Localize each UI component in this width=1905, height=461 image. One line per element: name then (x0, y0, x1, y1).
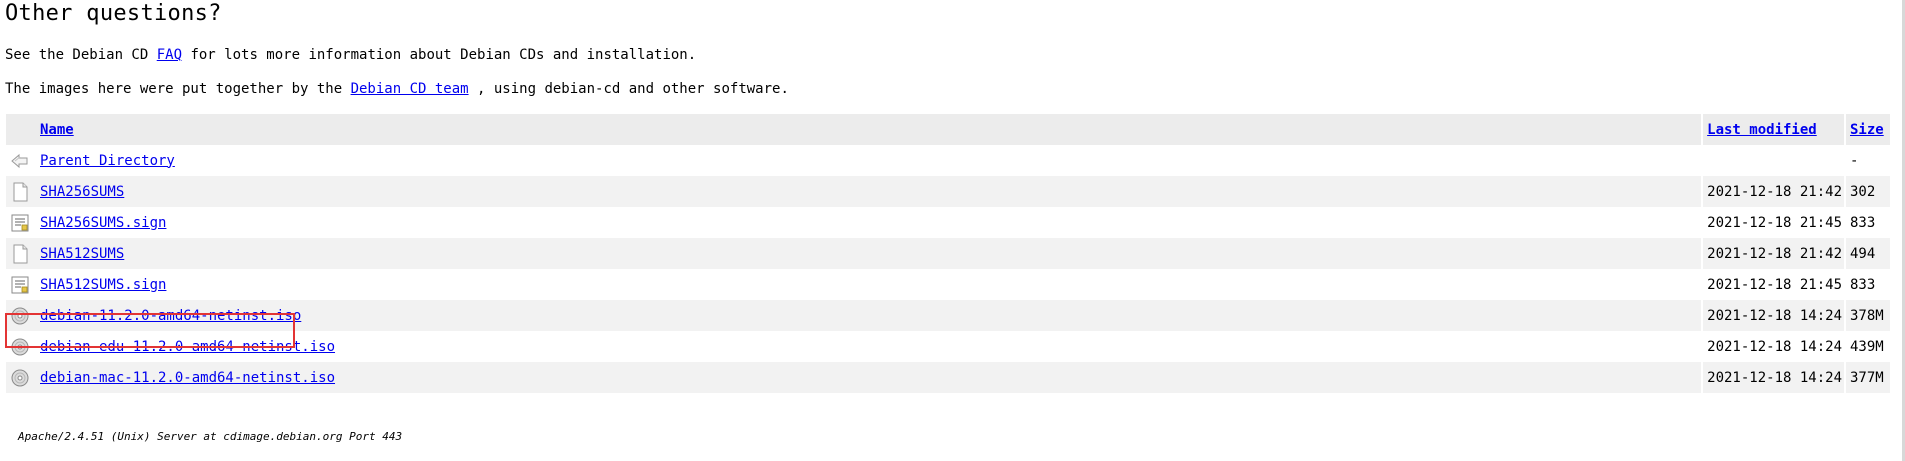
table-row: SHA512SUMS.sign 2021-12-18 21:45 833 (6, 269, 1890, 300)
team-paragraph: The images here were put together by the… (5, 80, 789, 98)
table-row: Parent Directory - (6, 145, 1890, 176)
modified-cell: 2021-12-18 21:45 (1701, 207, 1844, 238)
size-cell: - (1844, 145, 1890, 176)
disc-image-icon (11, 307, 29, 324)
file-link-sha256sums-sign[interactable]: SHA256SUMS.sign (40, 215, 166, 231)
sort-by-size-link[interactable]: Size (1850, 122, 1884, 138)
file-link-sha512sums[interactable]: SHA512SUMS (40, 246, 124, 262)
last-modified-column-header: Last modified (1701, 114, 1844, 145)
table-header-row: Name Last modified Size (6, 114, 1890, 145)
size-cell: 378M (1844, 300, 1890, 331)
team-text-before: The images here were put together by the (5, 81, 351, 97)
icon-column-header (6, 114, 36, 145)
size-cell: 494 (1844, 238, 1890, 269)
modified-cell: 2021-12-18 21:45 (1701, 269, 1844, 300)
debian-cd-team-link[interactable]: Debian CD team (351, 81, 469, 97)
modified-cell: 2021-12-18 21:42 (1701, 176, 1844, 207)
file-link-debian-edu-netinst-iso[interactable]: debian-edu-11.2.0-amd64-netinst.iso (40, 339, 335, 355)
faq-paragraph: See the Debian CD FAQ for lots more info… (5, 46, 696, 64)
server-signature: Apache/2.4.51 (Unix) Server at cdimage.d… (18, 430, 403, 443)
text-file-icon (13, 244, 28, 263)
table-row: debian-mac-11.2.0-amd64-netinst.iso 2021… (6, 362, 1890, 393)
text-file-icon (13, 182, 28, 201)
table-row: debian-11.2.0-amd64-netinst.iso 2021-12-… (6, 300, 1890, 331)
sort-by-name-link[interactable]: Name (40, 122, 74, 138)
table-row: SHA256SUMS 2021-12-18 21:42 302 (6, 176, 1890, 207)
size-cell: 302 (1844, 176, 1890, 207)
modified-cell: 2021-12-18 14:24 (1701, 362, 1844, 393)
size-cell: 377M (1844, 362, 1890, 393)
modified-cell: 2021-12-18 14:24 (1701, 300, 1844, 331)
disc-image-icon (11, 369, 29, 386)
name-column-header: Name (36, 114, 1701, 145)
section-heading: Other questions? (5, 1, 222, 26)
directory-listing-page: Other questions? See the Debian CD FAQ f… (0, 0, 1905, 461)
signed-file-icon (11, 276, 29, 293)
file-link-debian-mac-netinst-iso[interactable]: debian-mac-11.2.0-amd64-netinst.iso (40, 370, 335, 386)
modified-cell (1701, 145, 1844, 176)
back-icon (11, 153, 28, 168)
size-cell: 833 (1844, 269, 1890, 300)
size-cell: 833 (1844, 207, 1890, 238)
faq-text-before: See the Debian CD (5, 47, 157, 63)
table-row: debian-edu-11.2.0-amd64-netinst.iso 2021… (6, 331, 1890, 362)
file-link-sha256sums[interactable]: SHA256SUMS (40, 184, 124, 200)
file-link-sha512sums-sign[interactable]: SHA512SUMS.sign (40, 277, 166, 293)
size-column-header: Size (1844, 114, 1890, 145)
modified-cell: 2021-12-18 21:42 (1701, 238, 1844, 269)
sort-by-last-modified-link[interactable]: Last modified (1707, 122, 1817, 138)
file-link-debian-netinst-iso[interactable]: debian-11.2.0-amd64-netinst.iso (40, 308, 301, 324)
table-row: SHA256SUMS.sign 2021-12-18 21:45 833 (6, 207, 1890, 238)
disc-image-icon (11, 338, 29, 355)
table-row: SHA512SUMS 2021-12-18 21:42 494 (6, 238, 1890, 269)
file-listing-table: Name Last modified Size Parent Directory… (6, 114, 1890, 393)
team-text-after: , using debian-cd and other software. (468, 81, 789, 97)
faq-text-after: for lots more information about Debian C… (182, 47, 697, 63)
signed-file-icon (11, 214, 29, 231)
size-cell: 439M (1844, 331, 1890, 362)
faq-link[interactable]: FAQ (157, 47, 182, 63)
file-link-parent-directory[interactable]: Parent Directory (40, 153, 175, 169)
modified-cell: 2021-12-18 14:24 (1701, 331, 1844, 362)
